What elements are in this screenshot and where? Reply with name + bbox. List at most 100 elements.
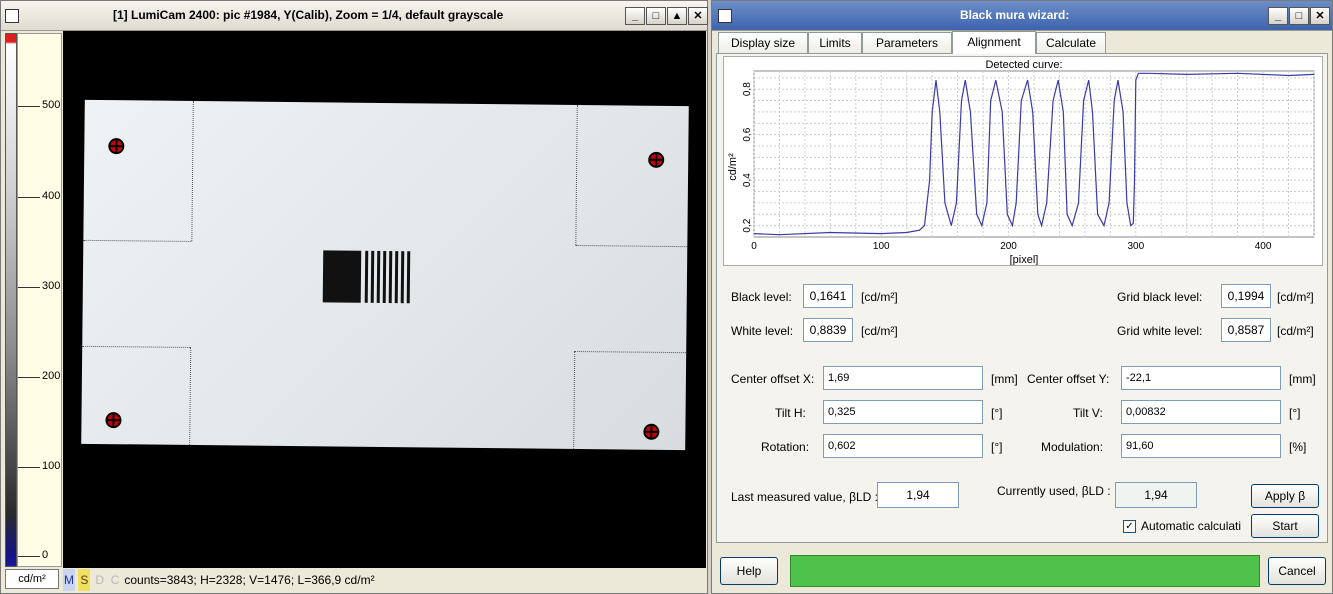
apply-beta-button[interactable]: Apply β bbox=[1251, 484, 1319, 508]
scale-label-400: 400 bbox=[42, 190, 61, 202]
crosshair-marker-icon[interactable] bbox=[105, 412, 122, 429]
roi-guide-line bbox=[574, 350, 687, 354]
help-button[interactable]: Help bbox=[720, 557, 778, 585]
close-button[interactable]: ✕ bbox=[688, 7, 708, 25]
progress-bar bbox=[790, 555, 1260, 587]
chart-title: Detected curve: bbox=[985, 59, 1062, 71]
image-status-bar: M S D C counts=3843; H=2328; V=1476; L=3… bbox=[63, 569, 705, 591]
crosshair-marker-icon[interactable] bbox=[643, 423, 660, 440]
alignment-target-pattern bbox=[322, 250, 414, 304]
y-tick-label: 0,6 bbox=[742, 127, 753, 141]
tilt-v-unit: [°] bbox=[1289, 406, 1301, 420]
modulation-unit: [%] bbox=[1289, 440, 1307, 454]
detected-curve-line bbox=[753, 72, 1315, 236]
crosshair-marker-icon[interactable] bbox=[648, 151, 665, 168]
tab-limits[interactable]: Limits bbox=[808, 32, 862, 54]
scale-tick-major bbox=[18, 377, 40, 378]
tab-calculate[interactable]: Calculate bbox=[1036, 32, 1106, 54]
tab-alignment[interactable]: Alignment bbox=[952, 31, 1036, 54]
alignment-tab-page: Detected curve: 0 100 200 300 400 0,2 0,4 0,6 0,… bbox=[716, 53, 1328, 543]
roi-guide-line bbox=[189, 346, 192, 445]
camera-image-view[interactable] bbox=[63, 31, 706, 568]
roi-guide-line bbox=[191, 100, 194, 241]
last-measured-label: Last measured value, βLD : bbox=[731, 490, 878, 504]
roi-guide-line bbox=[575, 244, 688, 248]
maximize-button[interactable]: □ bbox=[1289, 7, 1309, 25]
mode-c-indicator[interactable]: C bbox=[109, 569, 121, 591]
black-level-field[interactable]: 0,1641 bbox=[803, 284, 853, 308]
rotation-label: Rotation: bbox=[761, 440, 810, 454]
close-button[interactable]: ✕ bbox=[1310, 7, 1330, 25]
maximize-button[interactable]: □ bbox=[646, 7, 666, 25]
roll-up-button[interactable]: ▲ bbox=[667, 7, 687, 25]
y-tick-label: 0,4 bbox=[742, 173, 753, 187]
scale-label-500: 500 bbox=[42, 99, 61, 111]
right-title-bar[interactable]: Black mura wizard: _ □ ✕ bbox=[712, 1, 1332, 31]
black-mura-wizard-window: Black mura wizard: _ □ ✕ Display size Li… bbox=[711, 0, 1333, 594]
luminance-scale: 500 400 300 200 100 0 bbox=[17, 33, 62, 567]
scale-label-200: 200 bbox=[42, 370, 61, 382]
crosshair-marker-icon[interactable] bbox=[108, 138, 125, 155]
rotation-unit: [°] bbox=[991, 440, 1003, 454]
tilt-v-field[interactable]: 0,00832 bbox=[1121, 400, 1281, 424]
x-tick-label: 100 bbox=[873, 241, 890, 252]
scale-label-0: 0 bbox=[42, 549, 49, 561]
mode-m-indicator[interactable]: M bbox=[63, 569, 75, 591]
white-level-label: White level: bbox=[731, 324, 794, 338]
currently-used-label: Currently used, βLD : bbox=[997, 484, 1111, 498]
white-level-unit: [cd/m²] bbox=[861, 324, 898, 338]
rotation-field[interactable]: 0,602 bbox=[823, 434, 983, 458]
minimize-button[interactable]: _ bbox=[1268, 7, 1288, 25]
modulation-field[interactable]: 91,60 bbox=[1121, 434, 1281, 458]
x-tick-label: 400 bbox=[1255, 241, 1272, 252]
tab-parameters[interactable]: Parameters bbox=[862, 32, 952, 54]
y-axis-label: cd/m² bbox=[727, 153, 739, 181]
center-offset-y-unit: [mm] bbox=[1289, 372, 1316, 386]
y-tick-label: 0,2 bbox=[742, 218, 753, 232]
scale-unit-label: cd/m² bbox=[5, 569, 59, 589]
center-offset-x-field[interactable]: 1,69 bbox=[823, 366, 983, 390]
grid-black-level-field[interactable]: 0,1994 bbox=[1221, 284, 1271, 308]
tilt-h-unit: [°] bbox=[991, 406, 1003, 420]
automatic-calculation-checkbox[interactable]: ✓ bbox=[1123, 520, 1136, 533]
system-menu-icon[interactable] bbox=[5, 9, 19, 23]
tilt-v-label: Tilt V: bbox=[1073, 406, 1103, 420]
grid-black-level-label: Grid black level: bbox=[1117, 290, 1203, 304]
scale-tick-major bbox=[18, 197, 40, 198]
x-tick-label: 300 bbox=[1127, 241, 1144, 252]
scale-label-300: 300 bbox=[42, 280, 61, 292]
detected-curve-chart: Detected curve: 0 100 200 300 400 0,2 0,4 0,6 0,… bbox=[723, 56, 1323, 266]
modulation-label: Modulation: bbox=[1041, 440, 1104, 454]
mode-d-indicator[interactable]: D bbox=[94, 569, 106, 591]
curve-plot-svg: Detected curve: 0 100 200 300 400 0,2 0,4 0,6 0,… bbox=[727, 59, 1315, 266]
roi-guide-line bbox=[83, 239, 192, 242]
cancel-button[interactable]: Cancel bbox=[1268, 557, 1326, 585]
center-offset-x-label: Center offset X: bbox=[731, 372, 815, 386]
tilt-h-label: Tilt H: bbox=[775, 406, 806, 420]
minimize-button[interactable]: _ bbox=[625, 7, 645, 25]
pixel-readout: counts=3843; H=2328; V=1476; L=366,9 cd/… bbox=[124, 573, 375, 587]
currently-used-field: 1,94 bbox=[1115, 482, 1197, 508]
scale-tick-major bbox=[18, 287, 40, 288]
left-title-bar[interactable]: [1] LumiCam 2400: pic #1984, Y(Calib), Z… bbox=[1, 1, 708, 31]
white-level-field[interactable]: 0,8839 bbox=[803, 318, 853, 342]
grayscale-color-bar bbox=[5, 33, 17, 567]
grid-black-level-unit: [cd/m²] bbox=[1277, 290, 1314, 304]
center-offset-x-unit: [mm] bbox=[991, 372, 1018, 386]
tab-display-size[interactable]: Display size bbox=[718, 32, 808, 54]
tilt-h-field[interactable]: 0,325 bbox=[823, 400, 983, 424]
grid-white-level-field[interactable]: 0,8587 bbox=[1221, 318, 1271, 342]
automatic-calculation-label: Automatic calculati bbox=[1141, 519, 1242, 533]
start-button[interactable]: Start bbox=[1251, 514, 1319, 538]
scale-label-100: 100 bbox=[42, 460, 61, 472]
mode-s-indicator[interactable]: S bbox=[78, 569, 91, 591]
x-axis-label: [pixel] bbox=[1010, 254, 1039, 265]
roi-guide-line bbox=[573, 350, 576, 449]
center-offset-y-field[interactable]: -22,1 bbox=[1121, 366, 1281, 390]
x-tick-label: 0 bbox=[751, 241, 757, 252]
last-measured-field[interactable]: 1,94 bbox=[877, 482, 959, 508]
system-menu-icon[interactable] bbox=[718, 9, 732, 23]
grid-white-level-unit: [cd/m²] bbox=[1277, 324, 1314, 338]
grid-white-level-label: Grid white level: bbox=[1117, 324, 1203, 338]
scale-tick-major bbox=[18, 106, 40, 107]
